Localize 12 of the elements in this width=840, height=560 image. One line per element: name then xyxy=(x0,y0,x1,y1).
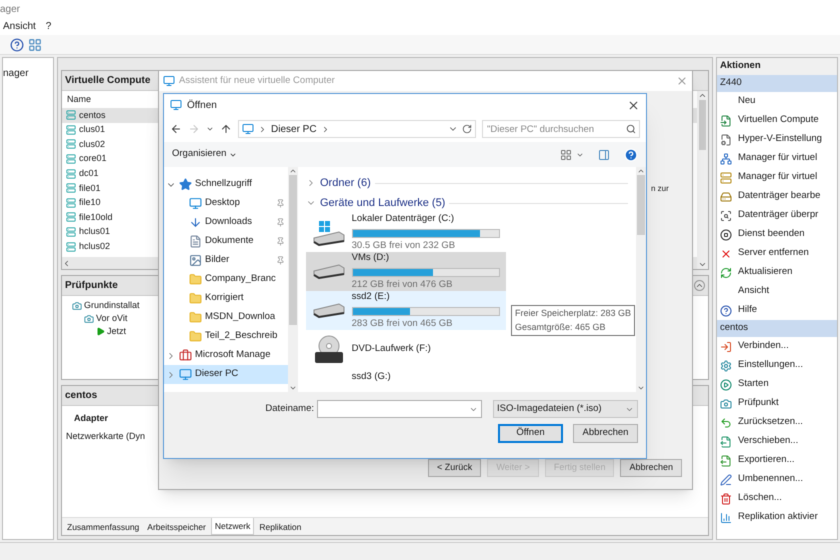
panel-title: Prüfpunkte xyxy=(65,279,118,293)
dialog-title: Öffnen xyxy=(187,98,217,112)
window-title: Assistent für neue virtuelle Computer xyxy=(179,74,335,88)
panel-title: Aktionen xyxy=(717,58,837,75)
panel-title: Virtuelle Compute xyxy=(65,74,150,88)
window-title: ager xyxy=(0,2,20,16)
field-label: Dateiname: xyxy=(265,402,314,416)
adapter-row: Netzwerkkarte (Dyn xyxy=(66,430,146,443)
tooltip: Freier Speicherplatz: 283 GB Gesamtgröße: 465 GB xyxy=(511,305,636,336)
section-heading: Adapter xyxy=(74,412,110,425)
panel-title: centos xyxy=(65,389,98,403)
wizard-text: n zur xyxy=(651,183,669,195)
